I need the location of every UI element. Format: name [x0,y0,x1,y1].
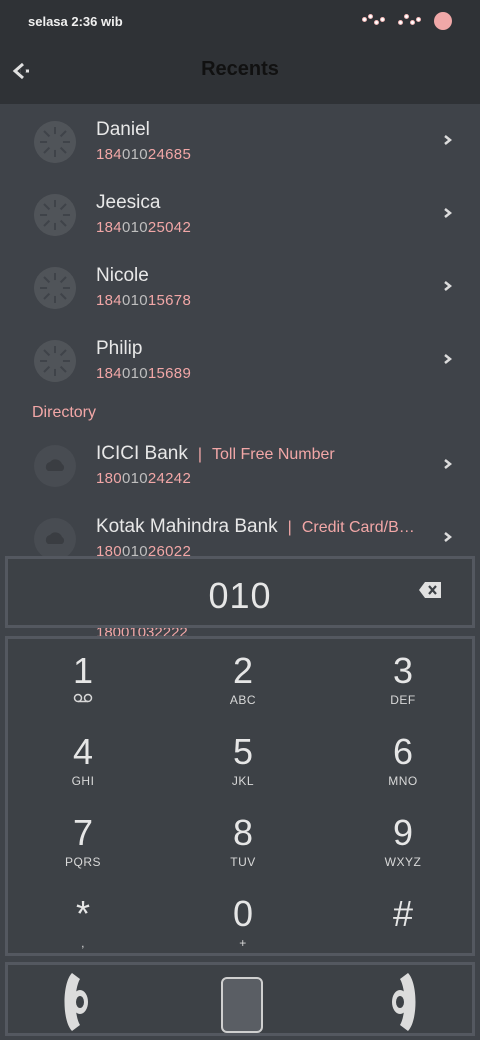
directory-row-icici[interactable]: ICICI Bank | Toll Free Number 18001024242 [0,428,480,501]
contact-number: 18401015689 [96,365,192,382]
cloud-avatar-icon [34,445,76,487]
sim1-call-icon[interactable] [60,971,94,1033]
key-hash[interactable]: # [328,882,478,962]
key-6[interactable]: 6 MNO [328,720,478,800]
key-4[interactable]: 4 GHI [8,720,158,800]
cloud-avatar-icon [34,518,76,560]
avatar-icon [34,267,76,309]
key-7[interactable]: 7 PQRS [8,801,158,881]
avatar-icon [34,194,76,236]
voicemail-icon [73,693,93,703]
page-title: Recents [201,58,279,80]
chevron-right-icon[interactable] [442,280,454,292]
chevron-right-icon[interactable] [442,458,454,470]
key-9[interactable]: 9 WXYZ [328,801,478,881]
backspace-icon[interactable] [418,581,442,599]
status-icons [362,12,452,30]
chevron-right-icon[interactable] [442,531,454,543]
device-icon[interactable] [221,977,263,1033]
dialed-digits: 010 [208,575,272,616]
key-3[interactable]: 3 DEF [328,639,478,719]
app-bar: Recents [0,40,480,104]
dial-input[interactable]: 010 [5,556,475,628]
dial-keypad: 1 2 ABC 3 DEF 4 GHI 5 JKL 6 MNO 7 PQRS 8 TUV 9W… [5,636,475,956]
contact-number: 18401024685 [96,146,192,163]
key-1[interactable]: 1 [8,639,158,719]
contact-number: 18401025042 [96,219,192,236]
status-time: selasa 2:36 wib [28,14,123,29]
status-bar: selasa 2:36 wib [0,0,480,40]
avatar-icon [34,340,76,382]
sim2-call-icon[interactable] [386,971,420,1033]
call-action-bar [5,962,475,1036]
avatar-icon [34,121,76,163]
key-8[interactable]: 8 TUV [168,801,318,881]
contact-row-nicole[interactable]: Nicole 18401015678 [0,250,480,323]
battery-icon [434,12,452,30]
contact-row-jeesica[interactable]: Jeesica 18401025042 [0,177,480,250]
chevron-right-icon[interactable] [442,353,454,365]
contact-number: 18401015678 [96,292,192,309]
contact-row-daniel[interactable]: Daniel 18401024685 [0,104,480,177]
chevron-right-icon[interactable] [442,207,454,219]
directory-name: Kotak Mahindra Bank | Credit Card/B… [96,516,415,537]
contact-name: Jeesica [96,192,161,213]
directory-number: 18001024242 [96,470,192,487]
key-star[interactable]: *, [8,882,158,962]
contact-name: Philip [96,338,143,359]
recents-list: Daniel 18401024685 Jeesica 18401025042 N… [0,104,480,574]
chevron-right-icon[interactable] [442,134,454,146]
signal-icon [362,14,388,28]
contact-name: Nicole [96,265,149,286]
key-5[interactable]: 5 JKL [168,720,318,800]
key-2[interactable]: 2 ABC [168,639,318,719]
wifi-icon [398,14,424,28]
key-0[interactable]: 0 + [168,882,318,962]
directory-name: ICICI Bank | Toll Free Number [96,443,335,464]
contact-row-philip[interactable]: Philip 18401015689 [0,323,480,396]
directory-section-header: Directory [32,404,97,421]
contact-name: Daniel [96,119,150,140]
